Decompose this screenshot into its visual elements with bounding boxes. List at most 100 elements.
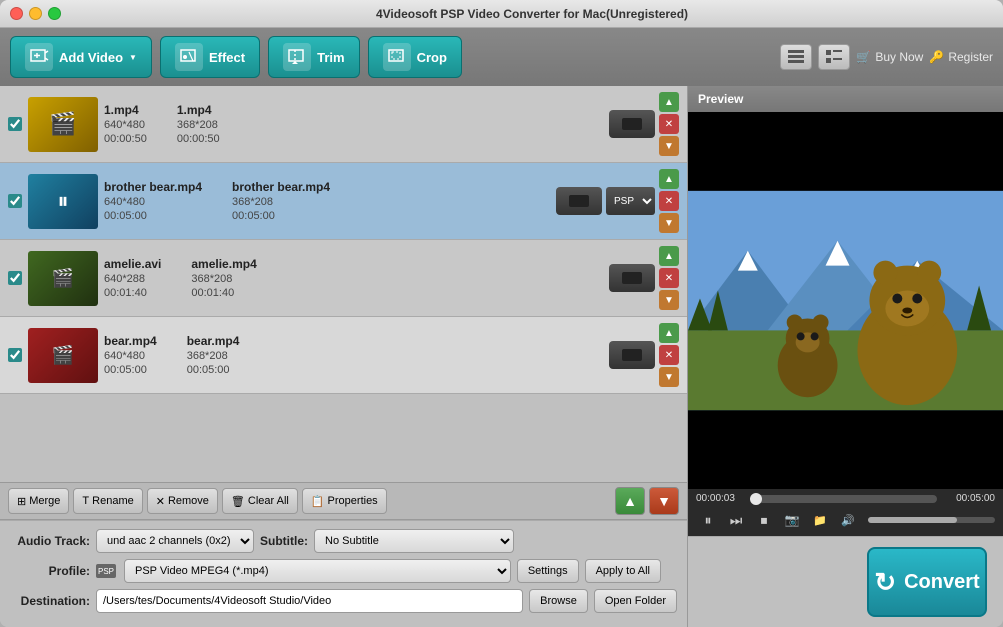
file-actions-1: ▲ ✕ ▼	[609, 92, 679, 156]
step-forward-button[interactable]: ⏭	[724, 508, 748, 532]
file-remove-btn-3[interactable]: ✕	[659, 268, 679, 288]
file-src-dur-3: 00:01:40	[104, 287, 161, 299]
list-view-button[interactable]	[780, 44, 812, 70]
current-time: 00:00:03	[696, 493, 748, 504]
rename-button[interactable]: T Rename	[73, 488, 142, 514]
close-button[interactable]	[10, 7, 23, 20]
convert-label: Convert	[904, 571, 980, 594]
file-src-col-1: 1.mp4 640*480 00:00:50	[104, 103, 147, 145]
open-media-button[interactable]: 📁	[808, 508, 832, 532]
progress-handle[interactable]	[750, 493, 762, 505]
psp-device-icon-2	[556, 187, 602, 215]
file-out-dur-4: 00:05:00	[187, 364, 240, 376]
playback-controls: ⏸ ⏭ ⏹ 📷 📁 🔊	[696, 508, 995, 532]
traffic-lights	[10, 7, 61, 20]
audio-track-row: Audio Track: und aac 2 channels (0x2) Su…	[10, 529, 677, 553]
register-label: Register	[948, 50, 993, 64]
file-src-dur-4: 00:05:00	[104, 364, 157, 376]
register-button[interactable]: 🔑 Register	[929, 50, 993, 64]
file-src-dur-1: 00:00:50	[104, 133, 147, 145]
effect-button[interactable]: Effect	[160, 36, 260, 78]
psp-device-icon-4	[609, 341, 655, 369]
file-out-size-2: 368*208	[232, 196, 330, 208]
snapshot-button[interactable]: 📷	[780, 508, 804, 532]
file-checkbox-3[interactable]	[8, 271, 22, 285]
buy-now-button[interactable]: 🛒 Buy Now	[856, 50, 923, 64]
file-src-name-2: brother bear.mp4	[104, 180, 202, 194]
file-expand-btn-4[interactable]: ▲	[659, 323, 679, 343]
file-expand-btn-1[interactable]: ▲	[659, 92, 679, 112]
file-item-1[interactable]: 1.mp4 640*480 00:00:50 1.mp4 368*208 00:…	[0, 86, 687, 163]
profile-select[interactable]: PSP Video MPEG4 (*.mp4)	[124, 559, 511, 583]
subtitle-select[interactable]: No Subtitle	[314, 529, 514, 553]
preview-header: Preview	[688, 86, 1003, 112]
destination-row: Destination: Browse Open Folder	[10, 589, 677, 613]
merge-button[interactable]: ⊞ Merge	[8, 488, 69, 514]
psp-device-icon-1	[609, 110, 655, 138]
move-buttons: ▲ ▼	[615, 487, 679, 515]
effect-icon	[175, 43, 203, 71]
add-video-button[interactable]: Add Video ▼	[10, 36, 152, 78]
clear-all-button[interactable]: 🗑 Clear All	[222, 488, 298, 514]
file-side-btns-3: ▲ ✕ ▼	[659, 246, 679, 310]
crop-button[interactable]: Crop	[368, 36, 462, 78]
add-video-arrow: ▼	[129, 53, 137, 62]
progress-bar[interactable]	[754, 495, 937, 503]
apply-to-all-button[interactable]: Apply to All	[585, 559, 661, 583]
file-thumbnail-3	[28, 251, 98, 306]
volume-button[interactable]: 🔊	[836, 508, 860, 532]
app-window: 4Videosoft PSP Video Converter for Mac(U…	[0, 0, 1003, 627]
effect-label: Effect	[209, 50, 245, 65]
remove-button[interactable]: ✕ Remove	[147, 488, 218, 514]
file-src-name-1: 1.mp4	[104, 103, 147, 117]
file-checkbox-4[interactable]	[8, 348, 22, 362]
file-remove-btn-1[interactable]: ✕	[659, 114, 679, 134]
audio-track-select[interactable]: und aac 2 channels (0x2)	[96, 529, 254, 553]
trim-label: Trim	[317, 50, 344, 65]
remove-icon: ✕	[156, 495, 165, 508]
properties-button[interactable]: 📋 Properties	[302, 488, 387, 514]
convert-button[interactable]: ↻ Convert	[867, 547, 987, 617]
file-remove-btn-2[interactable]: ✕	[659, 191, 679, 211]
open-folder-button[interactable]: Open Folder	[594, 589, 677, 613]
file-item-4[interactable]: bear.mp4 640*480 00:05:00 bear.mp4 368*2…	[0, 317, 687, 394]
settings-button[interactable]: Settings	[517, 559, 579, 583]
file-collapse-btn-1[interactable]: ▼	[659, 136, 679, 156]
file-expand-btn-2[interactable]: ▲	[659, 169, 679, 189]
detail-view-button[interactable]	[818, 44, 850, 70]
move-down-button[interactable]: ▼	[649, 487, 679, 515]
file-remove-btn-4[interactable]: ✕	[659, 345, 679, 365]
file-out-dur-2: 00:05:00	[232, 210, 330, 222]
file-collapse-btn-2[interactable]: ▼	[659, 213, 679, 233]
file-info-4: bear.mp4 640*480 00:05:00 bear.mp4 368*2…	[104, 334, 603, 376]
file-item-3[interactable]: amelie.avi 640*288 00:01:40 amelie.mp4 3…	[0, 240, 687, 317]
file-out-size-1: 368*208	[177, 119, 220, 131]
file-collapse-btn-4[interactable]: ▼	[659, 367, 679, 387]
file-info-1: 1.mp4 640*480 00:00:50 1.mp4 368*208 00:…	[104, 103, 603, 145]
file-out-col-4: bear.mp4 368*208 00:05:00	[187, 334, 240, 376]
remove-label: Remove	[168, 495, 209, 507]
stop-icon: ⏹	[761, 512, 768, 529]
move-up-button[interactable]: ▲	[615, 487, 645, 515]
psp-format-select-2[interactable]: PSP	[606, 187, 655, 215]
pause-button[interactable]: ⏸	[696, 508, 720, 532]
browse-button[interactable]: Browse	[529, 589, 588, 613]
trim-button[interactable]: Trim	[268, 36, 359, 78]
merge-label: Merge	[29, 495, 60, 507]
file-actions-3: ▲ ✕ ▼	[609, 246, 679, 310]
file-expand-btn-3[interactable]: ▲	[659, 246, 679, 266]
window-title: 4Videosoft PSP Video Converter for Mac(U…	[71, 7, 993, 21]
convert-section: ↻ Convert	[688, 536, 1003, 627]
minimize-button[interactable]	[29, 7, 42, 20]
pause-icon: ⏸	[705, 512, 712, 529]
maximize-button[interactable]	[48, 7, 61, 20]
convert-refresh-icon: ↻	[874, 567, 896, 598]
file-checkbox-2[interactable]	[8, 194, 22, 208]
file-item-2[interactable]: brother bear.mp4 640*480 00:05:00 brothe…	[0, 163, 687, 240]
trim-icon	[283, 43, 311, 71]
file-checkbox-1[interactable]	[8, 117, 22, 131]
volume-bar[interactable]	[868, 517, 995, 523]
destination-input[interactable]	[96, 589, 523, 613]
file-collapse-btn-3[interactable]: ▼	[659, 290, 679, 310]
stop-button[interactable]: ⏹	[752, 508, 776, 532]
